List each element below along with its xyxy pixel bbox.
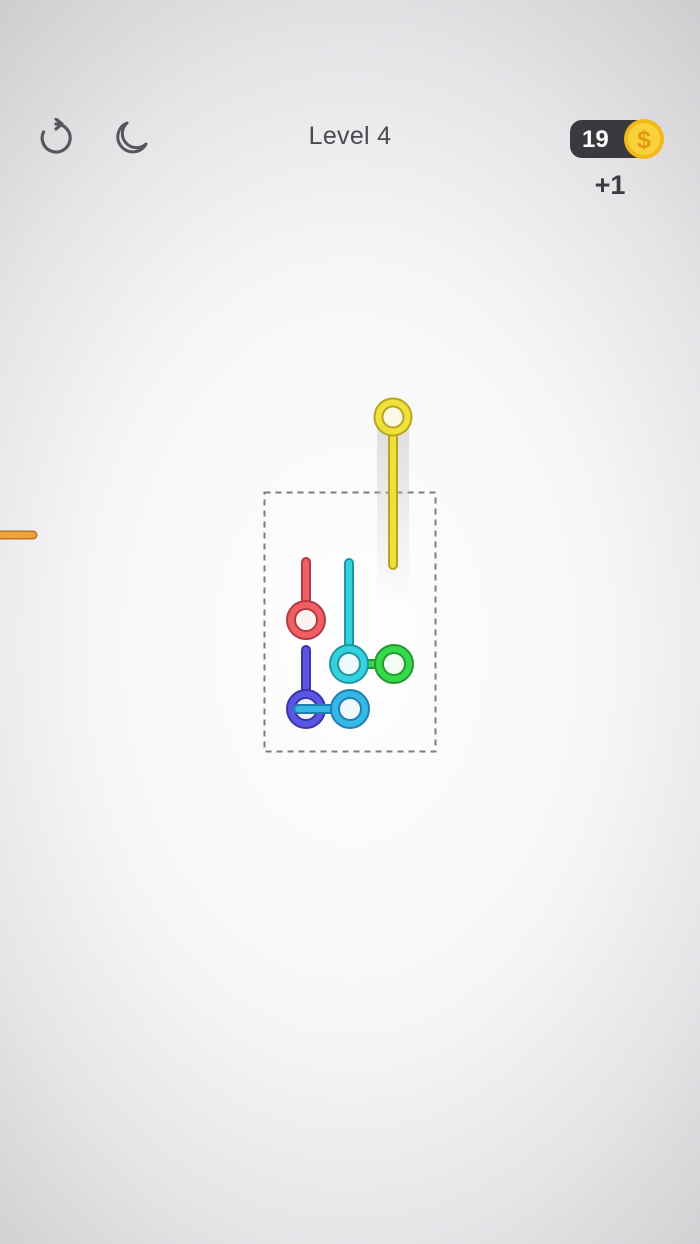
- pin-red[interactable]: [286, 557, 326, 640]
- pin-cyan[interactable]: [329, 558, 369, 684]
- game-board: [0, 397, 437, 753]
